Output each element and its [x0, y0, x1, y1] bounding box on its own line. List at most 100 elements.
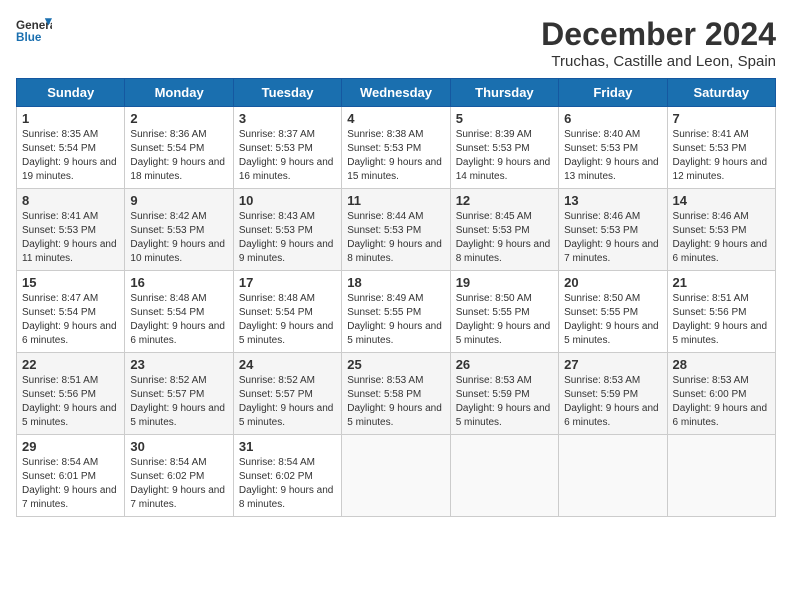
sunrise: Sunrise: 8:52 AM — [130, 375, 206, 386]
day-number: 28 — [673, 357, 770, 372]
daylight: Daylight: 9 hours and 5 minutes. — [239, 403, 334, 428]
calendar-cell: 9 Sunrise: 8:42 AM Sunset: 5:53 PM Dayli… — [125, 189, 233, 271]
daylight: Daylight: 9 hours and 6 minutes. — [673, 239, 768, 264]
sunset: Sunset: 5:56 PM — [22, 389, 96, 400]
sunrise: Sunrise: 8:42 AM — [130, 211, 206, 222]
sunrise: Sunrise: 8:53 AM — [564, 375, 640, 386]
weekday-header-friday: Friday — [559, 79, 667, 107]
day-info: Sunrise: 8:42 AM Sunset: 5:53 PM Dayligh… — [130, 210, 227, 266]
day-info: Sunrise: 8:40 AM Sunset: 5:53 PM Dayligh… — [564, 128, 661, 184]
day-info: Sunrise: 8:53 AM Sunset: 5:58 PM Dayligh… — [347, 374, 444, 430]
daylight: Daylight: 9 hours and 8 minutes. — [239, 485, 334, 510]
sunrise: Sunrise: 8:37 AM — [239, 129, 315, 140]
sunrise: Sunrise: 8:54 AM — [22, 457, 98, 468]
day-info: Sunrise: 8:48 AM Sunset: 5:54 PM Dayligh… — [130, 292, 227, 348]
day-number: 3 — [239, 111, 336, 126]
sunset: Sunset: 5:53 PM — [239, 143, 313, 154]
sunset: Sunset: 5:56 PM — [673, 307, 747, 318]
day-number: 22 — [22, 357, 119, 372]
sunset: Sunset: 5:53 PM — [130, 225, 204, 236]
day-number: 31 — [239, 439, 336, 454]
day-info: Sunrise: 8:46 AM Sunset: 5:53 PM Dayligh… — [673, 210, 770, 266]
day-info: Sunrise: 8:47 AM Sunset: 5:54 PM Dayligh… — [22, 292, 119, 348]
sunset: Sunset: 5:58 PM — [347, 389, 421, 400]
sunset: Sunset: 5:53 PM — [673, 143, 747, 154]
day-number: 25 — [347, 357, 444, 372]
day-number: 17 — [239, 275, 336, 290]
calendar-cell: 8 Sunrise: 8:41 AM Sunset: 5:53 PM Dayli… — [17, 189, 125, 271]
sunrise: Sunrise: 8:50 AM — [456, 293, 532, 304]
day-number: 23 — [130, 357, 227, 372]
day-number: 6 — [564, 111, 661, 126]
day-number: 11 — [347, 193, 444, 208]
day-info: Sunrise: 8:41 AM Sunset: 5:53 PM Dayligh… — [22, 210, 119, 266]
daylight: Daylight: 9 hours and 9 minutes. — [239, 239, 334, 264]
calendar-cell — [450, 435, 558, 517]
sunrise: Sunrise: 8:51 AM — [673, 293, 749, 304]
calendar-cell: 30 Sunrise: 8:54 AM Sunset: 6:02 PM Dayl… — [125, 435, 233, 517]
week-row-4: 22 Sunrise: 8:51 AM Sunset: 5:56 PM Dayl… — [17, 353, 776, 435]
sunset: Sunset: 5:57 PM — [239, 389, 313, 400]
day-info: Sunrise: 8:43 AM Sunset: 5:53 PM Dayligh… — [239, 210, 336, 266]
sunset: Sunset: 5:53 PM — [22, 225, 96, 236]
day-number: 4 — [347, 111, 444, 126]
calendar-cell — [667, 435, 775, 517]
sunrise: Sunrise: 8:40 AM — [564, 129, 640, 140]
day-info: Sunrise: 8:54 AM Sunset: 6:01 PM Dayligh… — [22, 456, 119, 512]
sunrise: Sunrise: 8:48 AM — [239, 293, 315, 304]
daylight: Daylight: 9 hours and 5 minutes. — [347, 321, 442, 346]
day-info: Sunrise: 8:50 AM Sunset: 5:55 PM Dayligh… — [564, 292, 661, 348]
daylight: Daylight: 9 hours and 6 minutes. — [130, 321, 225, 346]
daylight: Daylight: 9 hours and 7 minutes. — [22, 485, 117, 510]
sunrise: Sunrise: 8:54 AM — [239, 457, 315, 468]
sunrise: Sunrise: 8:46 AM — [673, 211, 749, 222]
week-row-2: 8 Sunrise: 8:41 AM Sunset: 5:53 PM Dayli… — [17, 189, 776, 271]
calendar-cell: 19 Sunrise: 8:50 AM Sunset: 5:55 PM Dayl… — [450, 271, 558, 353]
sunrise: Sunrise: 8:46 AM — [564, 211, 640, 222]
daylight: Daylight: 9 hours and 5 minutes. — [456, 403, 551, 428]
daylight: Daylight: 9 hours and 5 minutes. — [239, 321, 334, 346]
weekday-header-wednesday: Wednesday — [342, 79, 450, 107]
day-number: 24 — [239, 357, 336, 372]
sunset: Sunset: 5:53 PM — [673, 225, 747, 236]
sunrise: Sunrise: 8:49 AM — [347, 293, 423, 304]
sunrise: Sunrise: 8:53 AM — [456, 375, 532, 386]
daylight: Daylight: 9 hours and 5 minutes. — [673, 321, 768, 346]
day-number: 7 — [673, 111, 770, 126]
day-number: 21 — [673, 275, 770, 290]
logo: General Blue — [16, 16, 52, 44]
weekday-header-saturday: Saturday — [667, 79, 775, 107]
sunset: Sunset: 5:53 PM — [456, 225, 530, 236]
sunrise: Sunrise: 8:48 AM — [130, 293, 206, 304]
calendar-cell: 5 Sunrise: 8:39 AM Sunset: 5:53 PM Dayli… — [450, 107, 558, 189]
daylight: Daylight: 9 hours and 19 minutes. — [22, 157, 117, 182]
sunset: Sunset: 6:02 PM — [239, 471, 313, 482]
calendar-cell: 3 Sunrise: 8:37 AM Sunset: 5:53 PM Dayli… — [233, 107, 341, 189]
weekday-header-tuesday: Tuesday — [233, 79, 341, 107]
svg-text:Blue: Blue — [16, 31, 42, 44]
calendar-cell: 12 Sunrise: 8:45 AM Sunset: 5:53 PM Dayl… — [450, 189, 558, 271]
day-info: Sunrise: 8:50 AM Sunset: 5:55 PM Dayligh… — [456, 292, 553, 348]
day-number: 29 — [22, 439, 119, 454]
day-info: Sunrise: 8:44 AM Sunset: 5:53 PM Dayligh… — [347, 210, 444, 266]
sunset: Sunset: 5:53 PM — [564, 143, 638, 154]
day-number: 10 — [239, 193, 336, 208]
daylight: Daylight: 9 hours and 14 minutes. — [456, 157, 551, 182]
daylight: Daylight: 9 hours and 8 minutes. — [347, 239, 442, 264]
calendar-cell: 26 Sunrise: 8:53 AM Sunset: 5:59 PM Dayl… — [450, 353, 558, 435]
calendar-cell: 24 Sunrise: 8:52 AM Sunset: 5:57 PM Dayl… — [233, 353, 341, 435]
day-info: Sunrise: 8:54 AM Sunset: 6:02 PM Dayligh… — [130, 456, 227, 512]
day-number: 30 — [130, 439, 227, 454]
calendar-cell: 31 Sunrise: 8:54 AM Sunset: 6:02 PM Dayl… — [233, 435, 341, 517]
daylight: Daylight: 9 hours and 5 minutes. — [130, 403, 225, 428]
calendar-cell: 13 Sunrise: 8:46 AM Sunset: 5:53 PM Dayl… — [559, 189, 667, 271]
calendar-cell: 23 Sunrise: 8:52 AM Sunset: 5:57 PM Dayl… — [125, 353, 233, 435]
sunrise: Sunrise: 8:53 AM — [673, 375, 749, 386]
sunrise: Sunrise: 8:51 AM — [22, 375, 98, 386]
sunset: Sunset: 5:53 PM — [456, 143, 530, 154]
day-info: Sunrise: 8:53 AM Sunset: 5:59 PM Dayligh… — [456, 374, 553, 430]
day-number: 8 — [22, 193, 119, 208]
day-info: Sunrise: 8:49 AM Sunset: 5:55 PM Dayligh… — [347, 292, 444, 348]
daylight: Daylight: 9 hours and 6 minutes. — [564, 403, 659, 428]
sunset: Sunset: 5:55 PM — [564, 307, 638, 318]
